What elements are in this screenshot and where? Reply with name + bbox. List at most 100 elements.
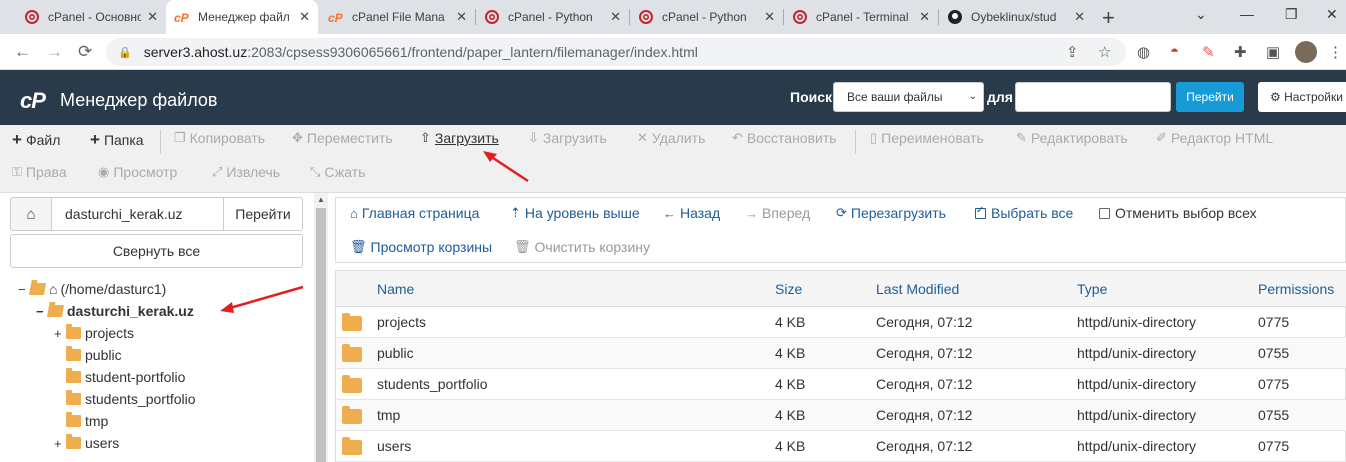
extract-button[interactable]: ⤢ Извлечь xyxy=(212,164,280,180)
tree-item-public[interactable]: public xyxy=(54,345,122,365)
home-icon[interactable]: ⌂ xyxy=(10,197,52,231)
restore-button[interactable]: ↶ Восстановить xyxy=(732,130,837,146)
column-header-permissions[interactable]: Permissions xyxy=(1258,271,1334,307)
folder-icon xyxy=(342,375,362,393)
table-row[interactable]: students_portfolio 4 KB Сегодня, 07:12 h… xyxy=(336,369,1346,400)
copy-button[interactable]: ❐ Копировать xyxy=(174,130,265,146)
upload-button[interactable]: ⇧ Загрузить xyxy=(420,130,499,146)
search-input[interactable] xyxy=(1015,82,1171,112)
close-tab-icon[interactable]: ✕ xyxy=(299,9,310,25)
tree-item-projects[interactable]: + projects xyxy=(54,323,134,343)
table-row[interactable]: users 4 KB Сегодня, 07:12 httpd/unix-dir… xyxy=(336,431,1346,462)
browser-tab-active[interactable]: cP Менеджер файл ✕ xyxy=(166,0,318,34)
table-header xyxy=(336,271,1346,307)
cpanel-logo[interactable]: cP xyxy=(20,88,46,114)
tree-item-users[interactable]: + users xyxy=(54,433,119,453)
restore-icon: ↶ xyxy=(732,130,743,145)
browser-tab[interactable]: cPanel - Python ✕ xyxy=(630,0,783,34)
back-link[interactable]: ← Назад xyxy=(663,205,720,221)
download-button[interactable]: ⇩ Загрузить xyxy=(528,130,607,146)
expand-toggle[interactable]: + xyxy=(54,326,64,341)
close-tab-icon[interactable]: ✕ xyxy=(147,9,158,25)
close-tab-icon[interactable]: ✕ xyxy=(764,9,775,25)
back-arrow-icon[interactable]: ← xyxy=(14,42,31,62)
view-button[interactable]: ◉ Просмотр xyxy=(98,164,177,180)
collapse-toggle[interactable]: − xyxy=(36,304,46,319)
close-tab-icon[interactable]: ✕ xyxy=(456,9,467,25)
scrollbar-thumb[interactable] xyxy=(316,208,326,462)
compress-button[interactable]: ⤡ Сжать xyxy=(310,164,365,180)
browser-tab[interactable]: cPanel - Основно ✕ xyxy=(16,0,166,34)
path-go-button[interactable]: Перейти xyxy=(223,197,303,231)
permissions-button[interactable]: ⚿ Права xyxy=(12,164,67,180)
url-input[interactable]: 🔒 server3.ahost.uz:2083/cpsess9306065661… xyxy=(106,38,1126,66)
tree-item-students-portfolio[interactable]: students_portfolio xyxy=(54,389,196,409)
avatar[interactable] xyxy=(1295,41,1317,63)
new-folder-button[interactable]: + Папка xyxy=(90,130,144,150)
column-header-last-modified[interactable]: Last Modified xyxy=(876,271,959,307)
new-file-button[interactable]: + Файл xyxy=(12,130,60,150)
share-icon[interactable]: ⇪ xyxy=(1066,43,1079,61)
star-icon[interactable]: ☆ xyxy=(1098,43,1111,61)
tree-item-tmp[interactable]: tmp xyxy=(54,411,108,431)
home-link[interactable]: ⌂ Главная страница xyxy=(350,205,479,221)
delete-button[interactable]: ✕ Удалить xyxy=(637,130,705,146)
column-header-name[interactable]: Name xyxy=(377,271,414,307)
tree-item-root[interactable]: − ⌂ (/home/dasturc1) xyxy=(18,279,166,299)
forward-arrow-icon[interactable]: → xyxy=(46,42,63,62)
new-tab-icon[interactable]: + xyxy=(1102,5,1115,31)
table-row[interactable]: projects 4 KB Сегодня, 07:12 httpd/unix-… xyxy=(336,307,1346,338)
path-input[interactable]: dasturchi_kerak.uz xyxy=(51,197,224,231)
close-tab-icon[interactable]: ✕ xyxy=(610,9,621,25)
chevron-down-icon: ⌄ xyxy=(968,91,977,102)
column-header-size[interactable]: Size xyxy=(775,271,802,307)
rename-button[interactable]: ▯ Переименовать xyxy=(870,130,984,146)
reload-icon[interactable]: ⟳ xyxy=(78,42,92,62)
key-icon: ⚿ xyxy=(12,164,22,179)
collapse-toggle[interactable]: − xyxy=(18,282,28,297)
table-row[interactable]: tmp 4 KB Сегодня, 07:12 httpd/unix-direc… xyxy=(336,400,1346,431)
chevron-down-icon[interactable]: ⌄ xyxy=(1195,6,1207,23)
compress-icon: ⤡ xyxy=(310,164,321,179)
tree-item-dasturchi-kerak[interactable]: − dasturchi_kerak.uz xyxy=(36,301,194,321)
close-tab-icon[interactable]: ✕ xyxy=(919,9,930,25)
view-trash-link[interactable]: 🗑 Просмотр корзины xyxy=(350,239,492,255)
svg-text:cP: cP xyxy=(328,11,344,23)
plus-icon: + xyxy=(12,130,22,149)
tree-item-student-portfolio[interactable]: student-portfolio xyxy=(54,367,185,387)
move-icon: ✥ xyxy=(292,130,303,145)
pokeball-extension-icon[interactable]: ◓ xyxy=(1170,43,1179,60)
close-window-icon[interactable]: ✕ xyxy=(1326,6,1338,23)
browser-tab[interactable]: cPanel - Terminal ✕ xyxy=(784,0,938,34)
html-editor-button[interactable]: ✐ Редактор HTML xyxy=(1156,130,1273,146)
browser-tab[interactable]: cPanel - Python ✕ xyxy=(476,0,629,34)
select-all-link[interactable]: Выбрать все xyxy=(975,205,1073,221)
unselect-all-link[interactable]: Отменить выбор всех xyxy=(1099,205,1257,221)
puzzle-extension-icon[interactable]: ✚ xyxy=(1234,43,1247,61)
table-row[interactable]: public 4 KB Сегодня, 07:12 httpd/unix-di… xyxy=(336,338,1346,369)
browser-tab[interactable]: Oybeklinux/stud ✕ xyxy=(939,0,1093,34)
browser-tab[interactable]: cP cPanel File Mana ✕ xyxy=(320,0,475,34)
minimize-icon[interactable]: — xyxy=(1240,6,1254,22)
column-header-type[interactable]: Type xyxy=(1077,271,1107,307)
empty-trash-link[interactable]: 🗑 Очистить корзину xyxy=(514,239,650,255)
collapse-all-button[interactable]: Свернуть все xyxy=(10,234,303,268)
restore-window-icon[interactable]: ❐ xyxy=(1285,6,1298,23)
sidebar-icon[interactable]: ▣ xyxy=(1266,43,1280,61)
more-menu-icon[interactable]: ⋮ xyxy=(1328,43,1343,61)
lock-icon: 🔒 xyxy=(118,46,132,59)
up-one-level-link[interactable]: ⇡ На уровень выше xyxy=(510,205,640,221)
search-go-button[interactable]: Перейти xyxy=(1176,82,1244,112)
settings-button[interactable]: ⚙ Настройки xyxy=(1258,82,1346,112)
forward-link[interactable]: → Вперед xyxy=(745,205,810,221)
scroll-up-icon[interactable]: ▲ xyxy=(317,195,325,204)
close-tab-icon[interactable]: ✕ xyxy=(1074,9,1085,25)
expand-toggle[interactable]: + xyxy=(54,436,64,451)
edit-button[interactable]: ✎ Редактировать xyxy=(1016,130,1128,146)
move-button[interactable]: ✥ Переместить xyxy=(292,130,393,146)
cpanel-at-icon xyxy=(792,9,808,25)
reload-link[interactable]: ⟳ Перезагрузить xyxy=(836,205,946,221)
search-scope-select[interactable]: Все ваши файлы ⌄ xyxy=(833,82,984,112)
globe-icon[interactable]: ◍ xyxy=(1137,43,1150,61)
color-picker-extension-icon[interactable]: ✎ xyxy=(1202,43,1215,61)
